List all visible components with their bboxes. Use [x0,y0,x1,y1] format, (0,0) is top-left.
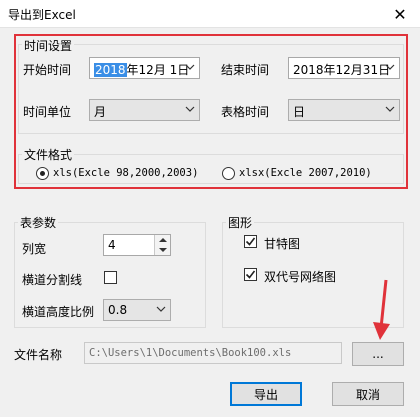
start-time-picker[interactable]: 2018年12月 1日 [89,57,200,79]
gantt-label[interactable]: 甘特图 [264,235,300,252]
xls-label[interactable]: xls(Excle 98,2000,2003) [53,167,198,179]
chevron-down-icon[interactable] [185,104,195,114]
time-unit-select[interactable]: 月 [89,99,200,121]
end-time-value: 2018年12月31日 [293,63,391,77]
export-button[interactable]: 导出 [230,382,302,406]
table-params-title: 表参数 [18,214,59,231]
col-width-label: 列宽 [22,242,47,256]
cancel-label: 取消 [355,387,380,402]
network-label[interactable]: 双代号网络图 [264,268,336,285]
file-format-title: 文件格式 [22,146,75,163]
export-label: 导出 [253,387,278,402]
xlsx-label[interactable]: xlsx(Excle 2007,2010) [239,167,372,179]
start-time-label: 开始时间 [23,63,72,77]
title-bar: 导出到Excel ✕ [0,0,420,28]
browse-label: ... [372,347,384,361]
end-time-picker[interactable]: 2018年12月31日 [288,57,400,79]
time-settings-title: 时间设置 [22,37,75,54]
chevron-down-icon[interactable] [385,104,395,114]
chevron-down-icon[interactable] [156,304,166,314]
col-width-value: 4 [108,238,116,252]
time-unit-label: 时间单位 [23,105,72,119]
xlsx-radio[interactable] [222,167,235,180]
spin-down-icon[interactable] [155,245,170,255]
graphics-title: 图形 [226,214,255,231]
spin-up-icon[interactable] [155,235,170,245]
col-width-spinner[interactable]: 4 [103,234,171,256]
time-unit-value: 月 [94,105,107,119]
checkmark-icon [245,237,256,246]
xls-radio[interactable] [36,167,49,180]
table-time-value: 日 [293,105,306,119]
network-checkbox[interactable] [244,268,257,281]
chevron-down-icon[interactable] [385,62,395,72]
window-title: 导出到Excel [8,8,76,22]
end-time-label: 结束时间 [221,63,270,77]
file-path-input[interactable]: C:\Users\1\Documents\Book100.xls [84,342,342,364]
lane-divider-checkbox[interactable] [104,271,117,284]
start-year-selected: 2018 [94,63,127,77]
lane-height-select[interactable]: 0.8 [103,299,171,321]
lane-height-value: 0.8 [108,303,128,317]
table-time-select[interactable]: 日 [288,99,400,121]
start-time-rest: 年12月 1日 [126,63,190,77]
lane-divider-label: 横道分割线 [22,273,83,287]
close-icon: ✕ [393,4,407,24]
file-name-label: 文件名称 [14,348,63,362]
checkmark-icon [245,270,256,279]
annotation-arrow-icon [373,279,390,340]
chevron-down-icon[interactable] [185,62,195,72]
gantt-checkbox[interactable] [244,235,257,248]
cancel-button[interactable]: 取消 [332,382,404,406]
spinner-buttons[interactable] [154,235,170,255]
close-button[interactable]: ✕ [380,0,420,28]
file-path-value: C:\Users\1\Documents\Book100.xls [89,347,292,359]
table-time-label: 表格时间 [221,105,270,119]
lane-height-label: 横道高度比例 [22,305,95,319]
browse-button[interactable]: ... [352,342,404,366]
